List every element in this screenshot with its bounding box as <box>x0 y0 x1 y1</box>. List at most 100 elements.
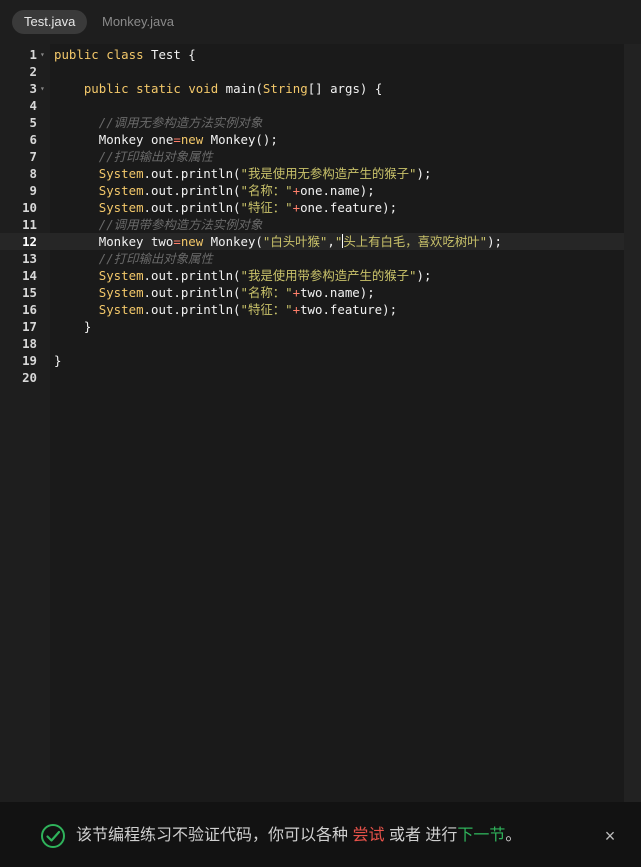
line-number: 16 <box>22 302 37 317</box>
fold-arrow-icon[interactable]: ▾ <box>40 80 48 97</box>
code-token: "白头叶猴" <box>262 234 328 249</box>
code-text: } <box>54 318 91 335</box>
code-token: .out.println( <box>143 268 241 283</box>
code-line[interactable]: 12 Monkey two=new Monkey("白头叶猴","头上有白毛，喜… <box>0 233 624 250</box>
code-line[interactable]: 15 System.out.println("名称："+two.name); <box>0 284 624 301</box>
code-token: System <box>98 166 144 181</box>
line-number: 9 <box>29 183 37 198</box>
code-line[interactable]: 6 Monkey one=new Monkey(); <box>0 131 624 148</box>
code-line[interactable]: 4 <box>0 97 624 114</box>
code-token: one.name); <box>300 183 375 198</box>
code-token: //调用无参构造方法实例对象 <box>98 115 263 130</box>
code-text: //调用带参构造方法实例对象 <box>54 216 263 233</box>
code-text: System.out.println("特征："+one.feature); <box>54 199 397 216</box>
line-number: 6 <box>29 132 37 147</box>
line-number: 8 <box>29 166 37 181</box>
code-line[interactable]: 20 <box>0 369 624 386</box>
code-token: , <box>327 234 335 249</box>
code-line[interactable]: 1 ▾ public class Test { <box>0 46 624 63</box>
code-token: one.feature); <box>300 200 398 215</box>
editor-tab-bar: Test.java Monkey.java <box>0 0 641 44</box>
code-text: System.out.println("名称："+two.name); <box>54 284 375 301</box>
code-token: "名称：" <box>240 285 293 300</box>
code-token: static <box>136 81 181 96</box>
code-line[interactable]: 5 //调用无参构造方法实例对象 <box>0 114 624 131</box>
code-line[interactable]: 17 } <box>0 318 624 335</box>
line-number: 11 <box>22 217 37 232</box>
tab-test-java[interactable]: Test.java <box>12 10 88 34</box>
code-line[interactable]: 8 System.out.println("我是使用无参构造产生的猴子"); <box>0 165 624 182</box>
code-token: "名称：" <box>240 183 293 198</box>
code-line[interactable]: 16 System.out.println("特征："+two.feature)… <box>0 301 624 318</box>
code-line[interactable]: 9 System.out.println("名称："+one.name); <box>0 182 624 199</box>
code-text: public static void main(String[] args) { <box>54 80 382 97</box>
code-token: new <box>180 132 204 147</box>
code-token: .out.println( <box>143 285 241 300</box>
code-token: //调用带参构造方法实例对象 <box>98 217 263 232</box>
try-link[interactable]: 尝试 <box>352 827 384 844</box>
code-text: public class Test { <box>54 46 196 63</box>
line-number: 10 <box>22 200 37 215</box>
code-text: Monkey two=new Monkey("白头叶猴","头上有白毛，喜欢吃树… <box>54 233 502 250</box>
code-token: Monkey(); <box>203 132 278 147</box>
code-line[interactable]: 18 <box>0 335 624 352</box>
code-token: ); <box>416 268 432 283</box>
code-line[interactable]: 19} <box>0 352 624 369</box>
code-token: "我是使用无参构造产生的猴子" <box>240 166 417 181</box>
code-token: Monkey two <box>54 234 174 249</box>
line-number: 3 <box>29 81 37 96</box>
fold-arrow-icon[interactable]: ▾ <box>40 46 48 63</box>
code-line[interactable]: 13 //打印输出对象属性 <box>0 250 624 267</box>
notice-message: 该节编程练习不验证代码，你可以各种 尝试 或者 进行下一节。 <box>76 824 521 848</box>
code-token: + <box>292 285 301 300</box>
code-token: } <box>54 319 92 334</box>
next-section-link[interactable]: 下一节 <box>457 827 505 844</box>
line-number: 4 <box>29 98 37 113</box>
code-token: ); <box>487 234 503 249</box>
code-token: System <box>98 285 144 300</box>
line-number: 2 <box>29 64 37 79</box>
code-token: = <box>173 132 181 147</box>
code-token: 头上有白毛，喜欢吃树叶" <box>343 234 488 249</box>
code-token: void <box>188 81 219 96</box>
code-token: System <box>98 183 144 198</box>
code-text: //打印输出对象属性 <box>54 148 213 165</box>
notice-text-middle: 或者 进行 <box>388 827 458 844</box>
code-editor[interactable]: 1 ▾ public class Test {2 3 ▾ public static v… <box>0 44 624 802</box>
code-line[interactable]: 14 System.out.println("我是使用带参构造产生的猴子"); <box>0 267 624 284</box>
code-token: .out.println( <box>143 166 241 181</box>
code-text: } <box>54 352 61 369</box>
code-line[interactable]: 3 ▾ public static void main(String[] args… <box>0 80 624 97</box>
code-token: public <box>54 47 99 62</box>
vertical-scrollbar[interactable] <box>624 44 641 802</box>
code-token: + <box>292 183 301 198</box>
code-line[interactable]: 2 <box>0 63 624 80</box>
code-token: //打印输出对象属性 <box>98 251 213 266</box>
code-text: System.out.println("我是使用无参构造产生的猴子"); <box>54 165 432 182</box>
code-token: class <box>106 47 144 62</box>
code-token: main( <box>218 81 263 96</box>
practice-notice-bar: 该节编程练习不验证代码，你可以各种 尝试 或者 进行下一节。 × <box>0 802 641 867</box>
tab-monkey-java[interactable]: Monkey.java <box>90 10 186 34</box>
code-token: " <box>334 234 343 249</box>
code-token: "我是使用带参构造产生的猴子" <box>240 268 417 283</box>
line-number: 17 <box>22 319 37 334</box>
code-token: //打印输出对象属性 <box>98 149 213 164</box>
code-line[interactable]: 10 System.out.println("特征："+one.feature)… <box>0 199 624 216</box>
code-token: ); <box>416 166 432 181</box>
close-notice-button[interactable]: × <box>600 824 620 848</box>
code-token: + <box>292 200 301 215</box>
code-line[interactable]: 11 //调用带参构造方法实例对象 <box>0 216 624 233</box>
line-number: 13 <box>22 251 37 266</box>
code-line[interactable]: 7 //打印输出对象属性 <box>0 148 624 165</box>
